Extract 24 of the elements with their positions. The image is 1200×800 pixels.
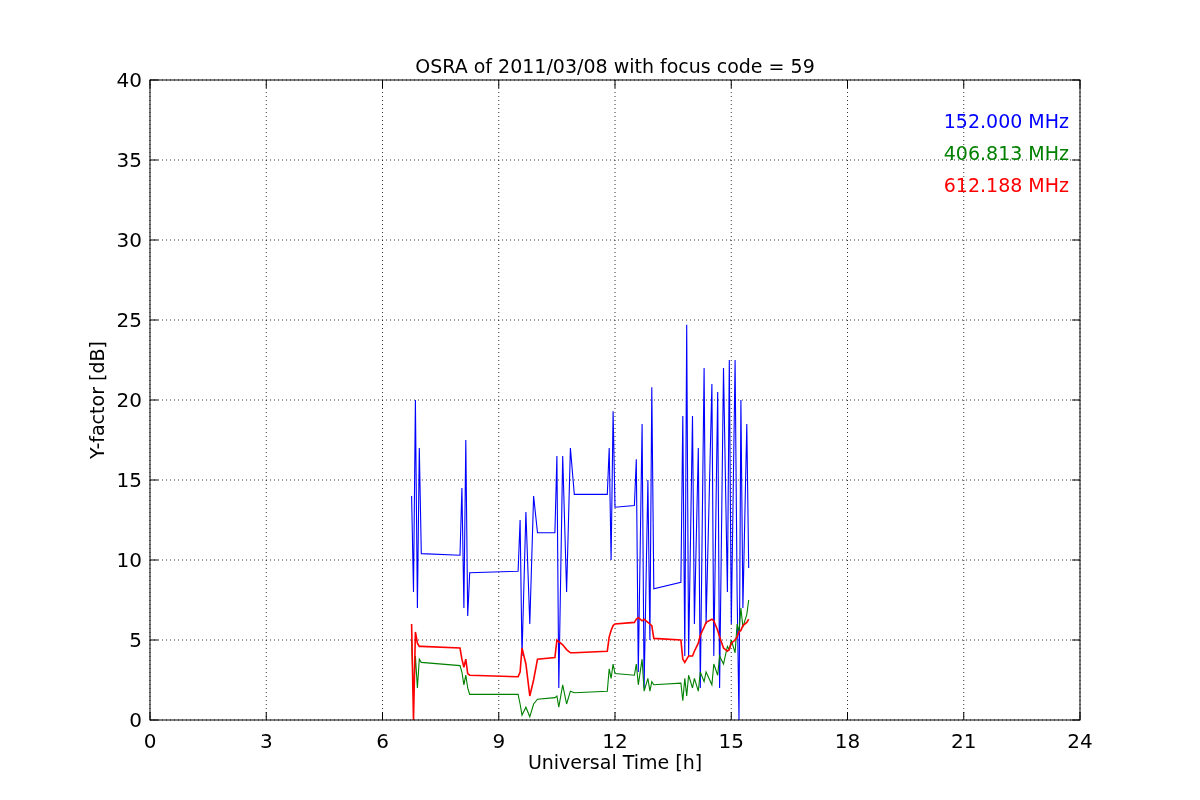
- chart-title: OSRA of 2011/03/08 with focus code = 59: [415, 55, 815, 77]
- tick-label: 40: [116, 68, 142, 92]
- tick-label: 18: [834, 729, 861, 753]
- axis-title: Y-factor [dB]: [86, 341, 108, 459]
- axis-title: Universal Time [h]: [527, 751, 703, 773]
- tick-label: 35: [116, 148, 142, 172]
- tick-label: 15: [718, 729, 744, 753]
- tick-label: 21: [951, 729, 977, 753]
- tick-label: 6: [376, 729, 389, 753]
- legend-label: 406.813 MHz: [943, 142, 1069, 164]
- tick-label: 25: [116, 308, 142, 332]
- tick-label: 24: [1067, 729, 1093, 753]
- tick-label: 9: [492, 729, 506, 753]
- tick-label: 10: [116, 548, 142, 572]
- tick-label: 15: [116, 468, 142, 492]
- tick-label: 5: [129, 628, 142, 652]
- tick-label: 12: [602, 729, 628, 753]
- tick-label: 0: [129, 708, 142, 732]
- legend-label: 612.188 MHz: [943, 174, 1069, 196]
- tick-label: 0: [143, 729, 157, 753]
- tick-label: 20: [116, 388, 142, 412]
- tick-label: 3: [259, 729, 273, 753]
- legend-label: 152.000 MHz: [943, 110, 1069, 132]
- tick-label: 30: [116, 228, 142, 252]
